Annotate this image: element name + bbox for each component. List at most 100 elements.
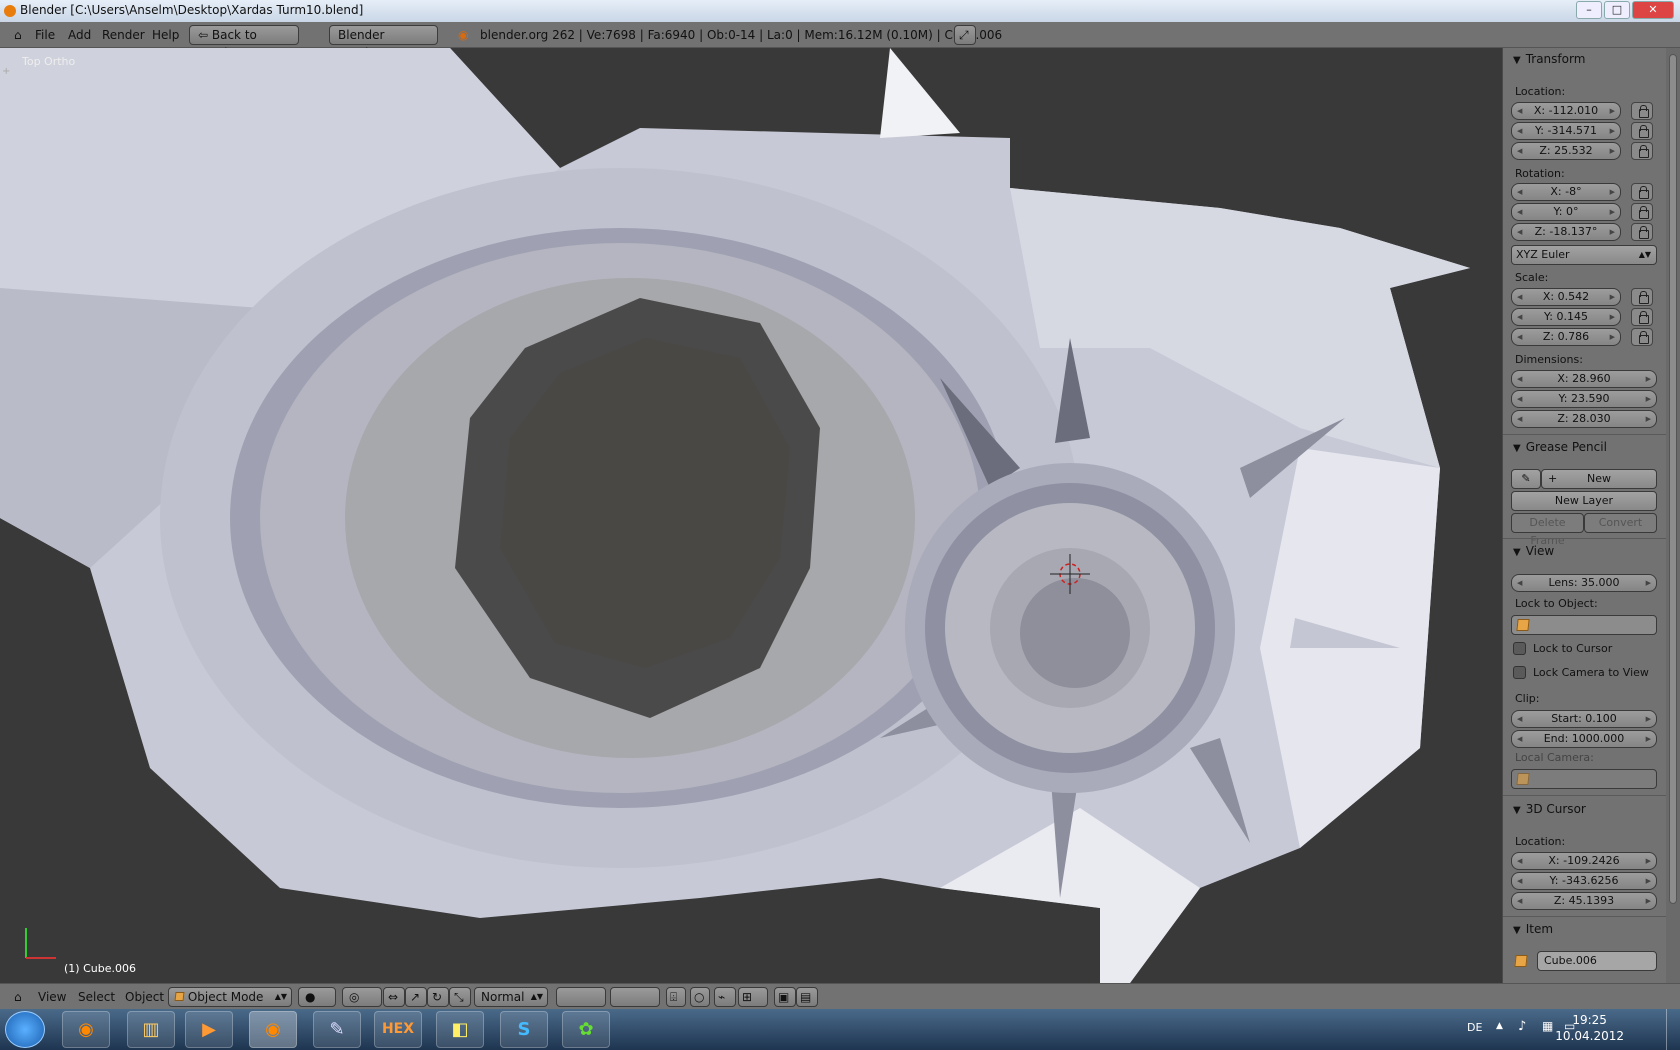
panel-divider (1503, 795, 1666, 796)
pencil-icon[interactable]: ✎ (1511, 469, 1541, 489)
rotation-z-field[interactable]: ◀ Z: -18.137° ▶ (1511, 223, 1621, 241)
location-x-field[interactable]: ◀ X: -112.010 ▶ (1511, 102, 1621, 120)
blender-taskbar-icon[interactable]: ◉ (249, 1011, 297, 1048)
render-animation-button[interactable]: ▤ (796, 987, 818, 1007)
render-engine-select[interactable]: Blender Render ▲▼ (329, 25, 438, 60)
manipulator-toggle[interactable]: ⇔ (383, 987, 405, 1007)
object-mode-icon (174, 992, 185, 1001)
lock-location-y-icon[interactable] (1631, 122, 1653, 140)
tray-up-arrow-icon[interactable]: ▲ (1496, 1021, 1503, 1031)
scale-y-field[interactable]: ◀ Y: 0.145 ▶ (1511, 308, 1621, 326)
cursor-z-field[interactable]: ◀ Z: 45.1393 ▶ (1511, 892, 1657, 910)
menu-view[interactable]: View (38, 990, 66, 1004)
lock-to-cursor-checkbox[interactable] (1513, 642, 1526, 655)
paint-tool-icon[interactable]: ✎ (313, 1011, 361, 1048)
scale-manipulator[interactable]: ⤡ (449, 987, 471, 1007)
lock-rotation-z-icon[interactable] (1631, 223, 1653, 241)
view-panel-header[interactable]: ▼ View (1513, 544, 1554, 558)
file-explorer-icon[interactable]: ▥ (127, 1011, 175, 1048)
layer-buttons-2[interactable] (610, 987, 660, 1007)
cursor-y-field[interactable]: ◀ Y: -343.6256 ▶ (1511, 872, 1657, 890)
viewport-plus-icon[interactable]: + (2, 66, 10, 77)
scale-x-field[interactable]: ◀ X: 0.542 ▶ (1511, 288, 1621, 306)
lock-location-x-icon[interactable] (1631, 102, 1653, 120)
3d-viewport[interactable]: Top Ortho + (1) Cube.006 (0, 48, 1502, 983)
convert-button[interactable]: Convert (1584, 513, 1657, 533)
dimension-y-field[interactable]: ◀ Y: 23.590 ▶ (1511, 390, 1657, 408)
network-icon[interactable]: ▦ (1542, 1019, 1553, 1033)
viewport-shading-select[interactable]: ● (298, 987, 336, 1007)
lock-scale-x-icon[interactable] (1631, 288, 1653, 306)
menu-object[interactable]: Object (125, 990, 164, 1004)
minimize-button[interactable]: – (1576, 1, 1602, 19)
lock-scale-y-icon[interactable] (1631, 308, 1653, 326)
rotation-x-field[interactable]: ◀ X: -8° ▶ (1511, 183, 1621, 201)
delete-frame-button[interactable]: Delete Frame (1511, 513, 1584, 547)
location-y-field[interactable]: ◀ Y: -314.571 ▶ (1511, 122, 1621, 140)
item-panel-header[interactable]: ▼ Item (1513, 922, 1553, 936)
rotate-manipulator[interactable]: ↻ (427, 987, 449, 1007)
menu-help[interactable]: Help (152, 28, 179, 42)
volume-icon[interactable]: ♪ (1518, 1019, 1526, 1034)
lock-scale-z-icon[interactable] (1631, 328, 1653, 346)
notes-icon[interactable]: ◧ (436, 1011, 484, 1048)
lock-object-field[interactable] (1511, 615, 1657, 635)
maximize-button[interactable]: □ (1604, 1, 1630, 19)
dimension-z-field[interactable]: ◀ Z: 28.030 ▶ (1511, 410, 1657, 428)
layer-buttons-1[interactable] (556, 987, 606, 1007)
menu-add[interactable]: Add (68, 28, 91, 42)
editor-type-icon[interactable]: ⌂ (14, 990, 22, 1004)
lock-location-z-icon[interactable] (1631, 142, 1653, 160)
menu-file[interactable]: File (35, 28, 55, 42)
firefox-icon[interactable]: ◉ (62, 1011, 110, 1048)
transform-panel-header[interactable]: ▼ Transform (1513, 52, 1585, 66)
select-arrows-icon: ▲▼ (530, 992, 543, 1001)
clip-start-field[interactable]: ◀ Start: 0.100 ▶ (1511, 710, 1657, 728)
translate-icon: ↗ (410, 990, 421, 1004)
scrollbar-thumb[interactable] (1669, 54, 1677, 904)
show-desktop-button[interactable] (1666, 1009, 1680, 1050)
media-player-icon[interactable]: ▶ (185, 1011, 233, 1048)
grease-pencil-panel-header[interactable]: ▼ Grease Pencil (1513, 440, 1607, 454)
system-clock[interactable]: 19:25 10.04.2012 (1555, 1012, 1624, 1044)
lock-rotation-y-icon[interactable] (1631, 203, 1653, 221)
pivot-point-select[interactable]: ◎ (342, 987, 382, 1007)
clip-end-field[interactable]: ◀ End: 1000.000 ▶ (1511, 730, 1657, 748)
interaction-mode-select[interactable]: Object Mode ▲▼ (168, 987, 292, 1007)
grease-new-button[interactable]: + New (1541, 469, 1657, 489)
3d-cursor-panel-header[interactable]: ▼ 3D Cursor (1513, 802, 1586, 816)
fullscreen-button[interactable]: ⤢ (954, 25, 976, 45)
lens-field[interactable]: ◀ Lens: 35.000 ▶ (1511, 574, 1657, 592)
transform-orientation-select[interactable]: Normal ▲▼ (474, 987, 548, 1007)
snap-toggle[interactable]: ⌁ (714, 987, 736, 1007)
rotation-y-field[interactable]: ◀ Y: 0° ▶ (1511, 203, 1621, 221)
editor-type-icon[interactable]: ⌂ (14, 28, 22, 42)
location-z-field[interactable]: ◀ Z: 25.532 ▶ (1511, 142, 1621, 160)
proportional-edit-button[interactable]: ○ (690, 987, 710, 1007)
translate-manipulator[interactable]: ↗ (405, 987, 427, 1007)
dimension-x-field[interactable]: ◀ X: 28.960 ▶ (1511, 370, 1657, 388)
cursor-x-field[interactable]: ◀ X: -109.2426 ▶ (1511, 852, 1657, 870)
start-button[interactable] (5, 1011, 45, 1048)
rotation-mode-select[interactable]: XYZ Euler ▲▼ (1511, 245, 1657, 265)
menu-select[interactable]: Select (78, 990, 115, 1004)
lock-camera-checkbox[interactable] (1513, 666, 1526, 679)
lock-rotation-x-icon[interactable] (1631, 183, 1653, 201)
snap-element-select[interactable]: ⊞ (738, 987, 768, 1007)
scale-z-field[interactable]: ◀ Z: 0.786 ▶ (1511, 328, 1621, 346)
render-opengl-button[interactable]: ▣ (774, 987, 796, 1007)
skype-icon[interactable]: S (500, 1011, 548, 1048)
back-to-previous-button[interactable]: ⇦ Back to Previous (189, 25, 299, 60)
object-name-field[interactable]: Cube.006 (1537, 951, 1657, 971)
language-indicator[interactable]: DE (1467, 1021, 1482, 1034)
hex-editor-icon[interactable]: HEX (374, 1011, 422, 1048)
icq-icon[interactable]: ✿ (562, 1011, 610, 1048)
menu-render[interactable]: Render (102, 28, 145, 42)
lock-to-object-label: Lock to Object: (1515, 597, 1598, 610)
properties-sidebar: ▼ Transform Location: ◀ X: -112.010 ▶ ◀ Y: -… (1502, 48, 1666, 983)
close-button[interactable]: ✕ (1632, 1, 1674, 19)
sidebar-scrollbar[interactable] (1666, 48, 1680, 983)
local-camera-field[interactable] (1511, 769, 1657, 789)
lock-layers-button[interactable]: ⌹ (666, 987, 686, 1007)
new-layer-button[interactable]: New Layer (1511, 491, 1657, 511)
